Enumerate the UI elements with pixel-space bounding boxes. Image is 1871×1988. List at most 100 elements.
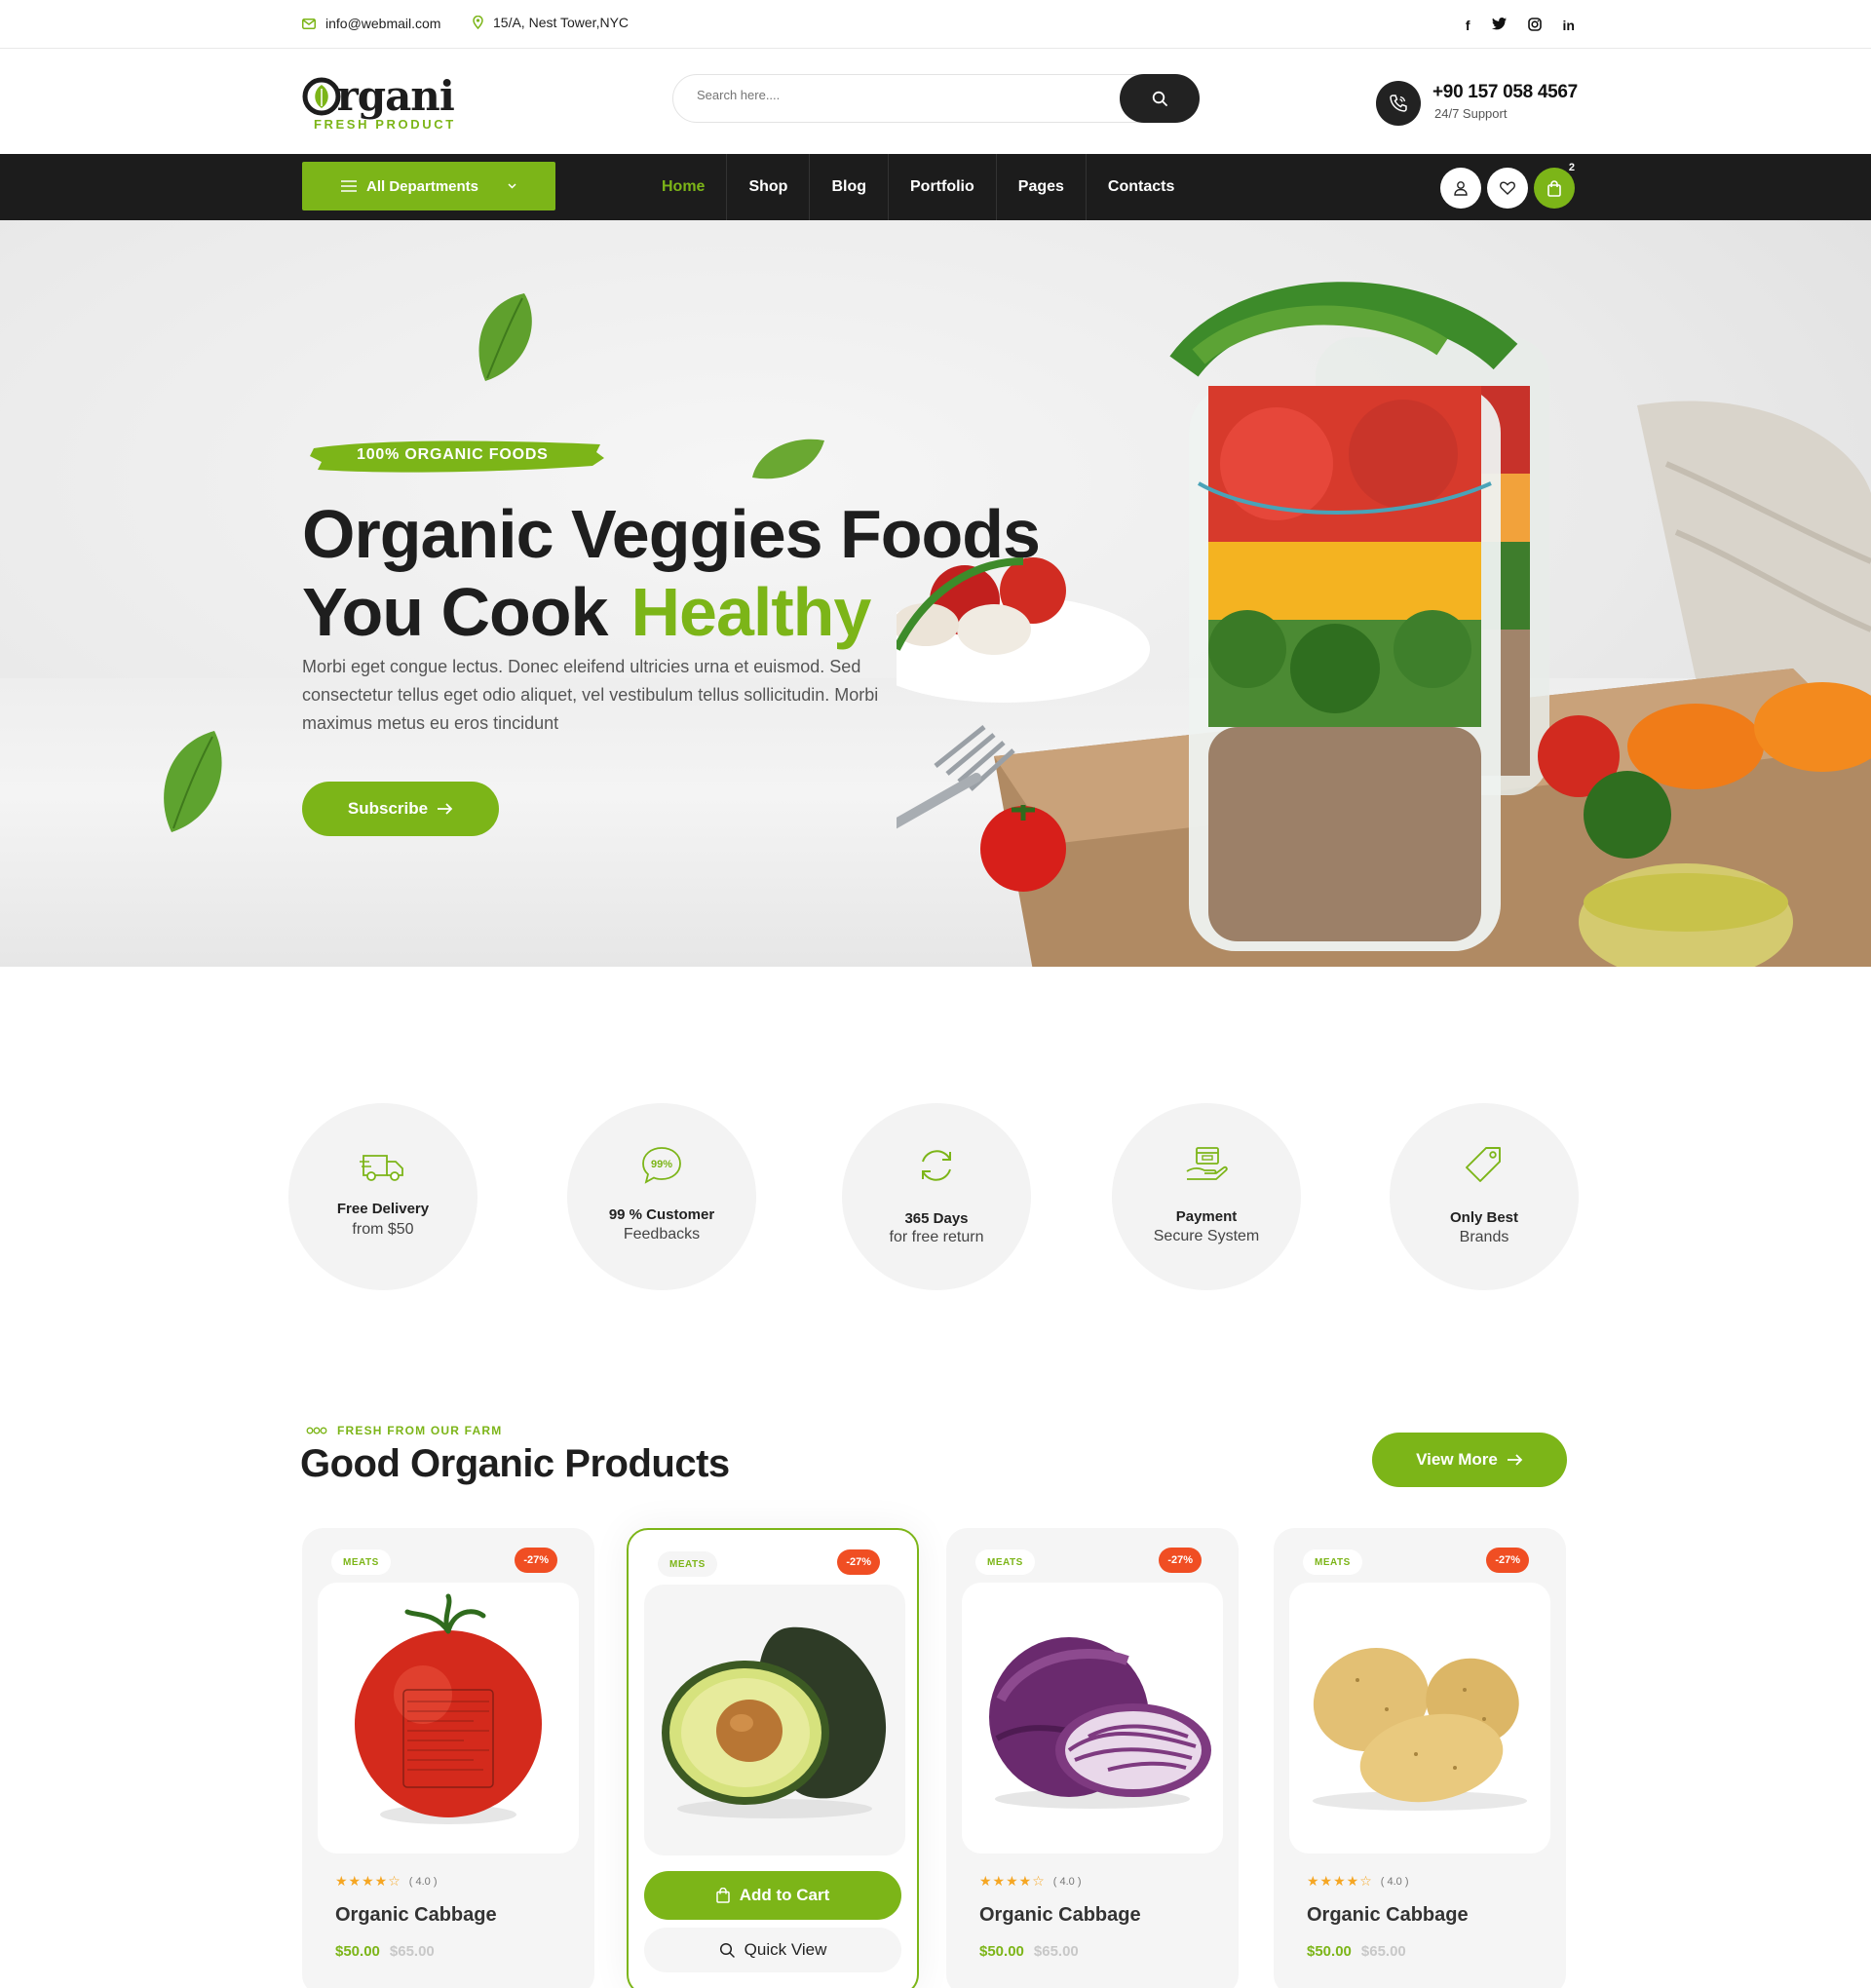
product-name[interactable]: Organic Cabbage (335, 1904, 497, 1927)
instagram-icon[interactable] (1527, 18, 1542, 31)
hero-title-line2-text: You Cook (302, 574, 608, 650)
hero-salad-jar-image (897, 282, 1871, 967)
shopping-bag-icon (1547, 179, 1561, 197)
search-icon (719, 1942, 735, 1958)
product-rating: ★★★★☆ ( 4.0 ) (1307, 1873, 1409, 1890)
nav-item-shop[interactable]: Shop (727, 154, 811, 220)
product-name[interactable]: Organic Cabbage (1307, 1904, 1469, 1927)
product-card-featured[interactable]: MEATS -27% Add to Cart Quick View (627, 1528, 919, 1988)
floating-leaf-image (478, 293, 532, 381)
product-image-avocado[interactable] (644, 1585, 905, 1855)
product-card[interactable]: MEATS -27% ★★★★☆( 4.0 ) Organic Cabbage … (946, 1528, 1239, 1988)
social-links: f in (1466, 18, 1575, 33)
twitter-icon[interactable] (1491, 18, 1507, 30)
linkedin-icon[interactable]: in (1563, 18, 1575, 33)
tomato-image (355, 1593, 542, 1824)
search-input[interactable] (697, 88, 1087, 102)
product-rating: ★★★★☆ ( 4.0 ) (979, 1873, 1082, 1890)
nav-icons: 2 (1440, 162, 1575, 209)
top-bar: info@webmail.com 15/A, Nest Tower,NYC f … (0, 0, 1871, 49)
add-to-cart-button[interactable]: Add to Cart (644, 1871, 901, 1920)
search-icon (1152, 91, 1167, 106)
feature-subtitle: from $50 (352, 1221, 414, 1238)
nav-item-portfolio[interactable]: Portfolio (889, 154, 997, 220)
wishlist-button[interactable] (1487, 168, 1528, 209)
hamburger-icon (340, 180, 357, 192)
product-image-potatoes[interactable] (1289, 1583, 1550, 1854)
facebook-icon[interactable]: f (1466, 18, 1470, 33)
hero-tag-text: 100% ORGANIC FOODS (357, 446, 549, 463)
phone-number[interactable]: +90 157 058 4567 (1432, 82, 1578, 103)
product-price: $50.00 $65.00 (335, 1943, 435, 1960)
hero-tag: 100% ORGANIC FOODS (308, 435, 606, 478)
rating-stars-icon: ★★★★☆ (335, 1873, 401, 1889)
truck-icon (360, 1155, 403, 1181)
product-card[interactable]: MEATS -27% ★★★★☆( 4.0 ) Organic Cabbage … (1274, 1528, 1566, 1988)
potatoes-image (1313, 1648, 1527, 1811)
old-price: $65.00 (1033, 1943, 1079, 1960)
features-row: Free Delivery from $50 99% 99 % Customer… (288, 1103, 1579, 1290)
feature-free-return: 365 Days for free return (842, 1103, 1031, 1290)
current-price: $50.00 (979, 1943, 1024, 1960)
search-bar (672, 74, 1200, 123)
nav-item-home[interactable]: Home (640, 154, 728, 220)
feature-title: Only Best (1449, 1209, 1519, 1226)
nav-item-contacts[interactable]: Contacts (1087, 154, 1196, 220)
quick-view-button[interactable]: Quick View (644, 1928, 901, 1972)
product-image-tomato[interactable] (318, 1583, 579, 1854)
rating-stars-icon: ★★★★☆ (979, 1873, 1046, 1889)
discount-badge: -27% (1159, 1548, 1202, 1573)
refresh-icon (922, 1150, 951, 1181)
product-price: $50.00 $65.00 (1307, 1943, 1406, 1960)
arrow-right-icon (438, 803, 453, 815)
product-category: MEATS (1303, 1549, 1362, 1575)
feature-free-delivery: Free Delivery from $50 (288, 1103, 477, 1290)
old-price: $65.00 (389, 1943, 435, 1960)
hero-description: Morbi eget congue lectus. Donec eleifend… (302, 657, 879, 733)
product-name[interactable]: Organic Cabbage (979, 1904, 1141, 1927)
hero-title-highlight: Healthy (630, 574, 871, 650)
discount-badge: -27% (837, 1549, 880, 1575)
cart-button[interactable]: 2 (1534, 162, 1575, 209)
current-price: $50.00 (335, 1943, 380, 1960)
dots-ornament-icon (306, 1427, 327, 1434)
view-more-button[interactable]: View More (1372, 1433, 1567, 1487)
site-logo[interactable]: Organi FRESH PRODUCT (302, 72, 455, 133)
account-button[interactable] (1440, 168, 1481, 209)
logo-word-rest: rgani (336, 72, 455, 120)
product-category: MEATS (331, 1549, 391, 1575)
main-nav: All Departments Home Shop Blog Portfolio… (0, 154, 1871, 220)
product-card[interactable]: MEATS -27% ★★★★☆( 4.0 ) Organic Cabbage … (302, 1528, 594, 1988)
feature-title: 99 % Customer (608, 1206, 715, 1223)
quick-view-label: Quick View (744, 1940, 827, 1959)
feature-title: 365 Days (904, 1210, 969, 1227)
search-button[interactable] (1120, 74, 1200, 123)
feature-subtitle: Secure System (1153, 1228, 1260, 1244)
rating-value: ( 4.0 ) (408, 1875, 438, 1888)
logo-word: Organi (302, 72, 455, 120)
phone-icon (1390, 95, 1407, 112)
rating-value: ( 4.0 ) (1380, 1875, 1409, 1888)
topbar-address: 15/A, Nest Tower,NYC (473, 15, 629, 30)
product-image-red-cabbage[interactable] (962, 1583, 1223, 1854)
topbar-email-text: info@webmail.com (325, 16, 441, 31)
subscribe-button[interactable]: Subscribe (302, 782, 499, 836)
floating-leaf-image (164, 731, 222, 832)
cart-count-badge: 2 (1568, 162, 1575, 173)
product-rating: ★★★★☆ ( 4.0 ) (335, 1873, 438, 1890)
product-category: MEATS (658, 1551, 717, 1577)
feedback-badge-text: 99% (651, 1159, 672, 1170)
nav-item-pages[interactable]: Pages (997, 154, 1087, 220)
nav-item-blog[interactable]: Blog (810, 154, 889, 220)
feature-title: Payment (1175, 1208, 1238, 1225)
rating-stars-icon: ★★★★☆ (1307, 1873, 1373, 1889)
topbar-email[interactable]: info@webmail.com (302, 16, 440, 31)
user-icon (1454, 181, 1468, 196)
all-departments-button[interactable]: All Departments (302, 162, 555, 210)
avocado-image (662, 1626, 887, 1818)
topbar-address-text: 15/A, Nest Tower,NYC (493, 15, 630, 30)
product-price: $50.00 $65.00 (979, 1943, 1079, 1960)
feature-subtitle: Brands (1459, 1229, 1509, 1245)
all-departments-label: All Departments (365, 177, 479, 195)
header: Organi FRESH PRODUCT +90 157 058 4567 24… (0, 49, 1871, 154)
